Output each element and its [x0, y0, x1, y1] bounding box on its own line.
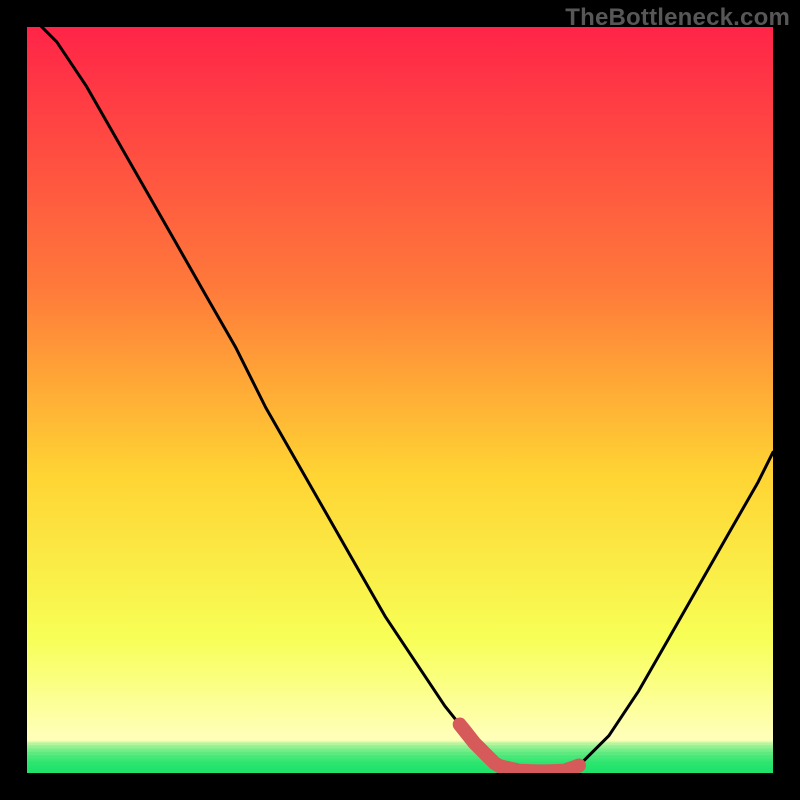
watermark-text: TheBottleneck.com — [565, 4, 790, 32]
bottleneck-chart — [0, 0, 800, 800]
optimal-green-band — [27, 741, 773, 774]
chart-frame: TheBottleneck.com — [0, 0, 800, 800]
optimal-point-marker — [573, 760, 585, 772]
heat-gradient-background — [27, 27, 773, 773]
